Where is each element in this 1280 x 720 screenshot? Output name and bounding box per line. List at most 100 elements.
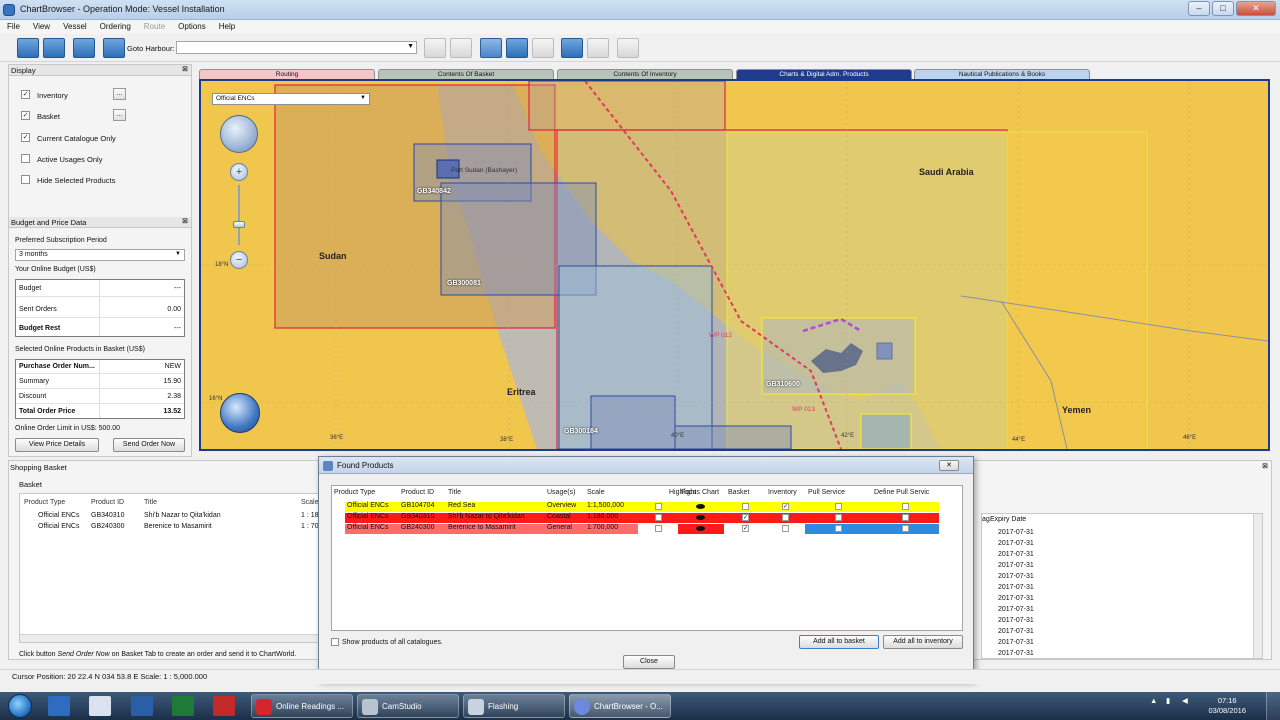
col-scale[interactable]: Scale: [301, 499, 319, 506]
table-row[interactable]: Official ENCs GB240300 Berenice to Masam…: [345, 524, 939, 534]
taskbar-item-online-readings[interactable]: Online Readings ...: [251, 694, 353, 718]
refresh-icon[interactable]: [561, 38, 583, 58]
menu-view[interactable]: View: [26, 20, 56, 31]
col-scale[interactable]: Scale: [587, 489, 605, 496]
pdf-icon[interactable]: [213, 696, 235, 716]
menu-help[interactable]: Help: [212, 20, 241, 31]
basket-checkbox[interactable]: ✓: [742, 525, 749, 532]
col-product-id[interactable]: Product ID: [91, 499, 124, 506]
define-pull-service-checkbox[interactable]: [902, 514, 909, 521]
word-icon[interactable]: [131, 696, 153, 716]
add-all-to-basket-button[interactable]: Add all to basket: [799, 635, 879, 649]
focus-chart-icon[interactable]: [696, 515, 705, 520]
zoom-in-icon[interactable]: +: [230, 163, 248, 181]
menu-file[interactable]: File: [0, 20, 26, 31]
basket-checkbox[interactable]: ✓: [21, 111, 30, 120]
pull-service-checkbox[interactable]: [835, 525, 842, 532]
add-all-to-inventory-button[interactable]: Add all to inventory: [883, 635, 963, 649]
tab-charts-digital-products[interactable]: Charts & Digital Adm. Products: [736, 69, 912, 79]
vessel-icon[interactable]: [73, 38, 95, 58]
current-catalogue-checkbox[interactable]: ✓: [21, 133, 30, 142]
minimize-button[interactable]: –: [1188, 1, 1210, 16]
pull-service-checkbox[interactable]: [835, 514, 842, 521]
inventory-checkbox[interactable]: [782, 514, 789, 521]
inventory-options-button[interactable]: ...: [113, 88, 126, 100]
sync-icon[interactable]: [587, 38, 609, 58]
close-button[interactable]: ✕: [1236, 1, 1276, 16]
excel-icon[interactable]: [172, 696, 194, 716]
zoom-out-icon[interactable]: −: [230, 251, 248, 269]
menu-ordering[interactable]: Ordering: [93, 20, 137, 31]
tray-arrow-icon[interactable]: ▲: [1150, 696, 1157, 705]
tab-routing[interactable]: Routing: [199, 69, 375, 79]
zoom-fit-icon[interactable]: [424, 38, 446, 58]
menu-vessel[interactable]: Vessel: [56, 20, 93, 31]
basket-options-button[interactable]: ...: [113, 109, 126, 121]
system-clock[interactable]: 07:16 03/08/2016: [1208, 696, 1246, 716]
col-basket[interactable]: Basket: [728, 489, 749, 496]
vertical-scrollbar[interactable]: [1253, 514, 1262, 658]
focus-chart-icon[interactable]: [696, 526, 705, 531]
open-folder-icon[interactable]: [17, 38, 39, 58]
table-row[interactable]: Official ENCs: [38, 512, 80, 519]
notepad-icon[interactable]: [89, 696, 111, 716]
mail-icon[interactable]: [617, 38, 639, 58]
col-pull-service[interactable]: Pull Service: [808, 489, 845, 496]
volume-icon[interactable]: ◀: [1182, 696, 1188, 705]
subscription-period-select[interactable]: 3 months ▼: [15, 249, 185, 261]
highlight-checkbox[interactable]: [655, 514, 662, 521]
menu-route[interactable]: Route: [137, 20, 171, 31]
pin-icon[interactable]: ⊠: [182, 65, 188, 73]
table-row[interactable]: Official ENCs: [38, 523, 80, 530]
maximize-button[interactable]: □: [1212, 1, 1234, 16]
pull-service-checkbox[interactable]: [835, 503, 842, 510]
col-title[interactable]: Title: [144, 499, 157, 506]
dialog-close-icon[interactable]: ✕: [939, 460, 959, 471]
show-desktop-button[interactable]: [1266, 692, 1280, 720]
col-product-id[interactable]: Product ID: [401, 489, 434, 496]
basket-checkbox[interactable]: ✓: [742, 514, 749, 521]
map-canvas[interactable]: [201, 81, 1268, 449]
tab-contents-of-inventory[interactable]: Contents Of Inventory: [557, 69, 733, 79]
taskbar-item-camstudio[interactable]: CamStudio: [357, 694, 459, 718]
send-order-now-button[interactable]: Send Order Now: [113, 438, 185, 452]
define-pull-service-checkbox[interactable]: [902, 525, 909, 532]
menu-options[interactable]: Options: [171, 20, 212, 31]
save-icon[interactable]: [43, 38, 65, 58]
pan-compass-icon[interactable]: [220, 115, 258, 153]
focus-chart-icon[interactable]: [696, 504, 705, 509]
col-expiry-date[interactable]: Expiry Date: [990, 516, 1026, 523]
active-usages-checkbox[interactable]: [21, 154, 30, 163]
binoculars-icon[interactable]: [103, 38, 125, 58]
table-row[interactable]: Official ENCs GB340310 Shi'b Nazar to Qi…: [345, 513, 939, 523]
select-pointer-icon[interactable]: [480, 38, 502, 58]
col-inventory[interactable]: Inventory: [768, 489, 797, 496]
col-usages[interactable]: Usage(s): [547, 489, 575, 496]
table-row[interactable]: Official ENCs GB104704 Red Sea Overview …: [345, 502, 939, 512]
define-pull-service-checkbox[interactable]: [902, 503, 909, 510]
col-title[interactable]: Title: [448, 489, 461, 496]
show-all-catalogues-checkbox[interactable]: [331, 638, 339, 646]
usage-filter-icon[interactable]: [220, 393, 260, 433]
ship-tool-icon[interactable]: [506, 38, 528, 58]
tab-contents-of-basket[interactable]: Contents Of Basket: [378, 69, 554, 79]
network-icon[interactable]: ▮: [1166, 696, 1170, 705]
dialog-close-button[interactable]: Close: [623, 655, 675, 669]
col-define-pull-service[interactable]: Define Pull Servic: [874, 489, 929, 496]
col-product-type[interactable]: Product Type: [334, 489, 375, 496]
goto-harbour-combo[interactable]: ▼: [176, 41, 417, 54]
explorer-icon[interactable]: [48, 696, 70, 716]
pin-icon[interactable]: ⊠: [1262, 462, 1268, 470]
chart-type-select[interactable]: Official ENCs ▼: [212, 93, 370, 105]
taskbar-item-flashing[interactable]: Flashing: [463, 694, 565, 718]
inventory-checkbox[interactable]: [782, 525, 789, 532]
highlight-checkbox[interactable]: [655, 503, 662, 510]
view-price-details-button[interactable]: View Price Details: [15, 438, 99, 452]
basket-checkbox[interactable]: [742, 503, 749, 510]
inventory-checkbox[interactable]: ✓: [21, 90, 30, 99]
col-product-type[interactable]: Product Type: [24, 499, 65, 506]
route-tool-icon[interactable]: [532, 38, 554, 58]
chart-map[interactable]: Saudi Arabia Sudan Eritrea Yemen Port Su…: [199, 79, 1270, 451]
zoom-slider-track[interactable]: [238, 185, 240, 245]
start-button[interactable]: [8, 694, 32, 718]
